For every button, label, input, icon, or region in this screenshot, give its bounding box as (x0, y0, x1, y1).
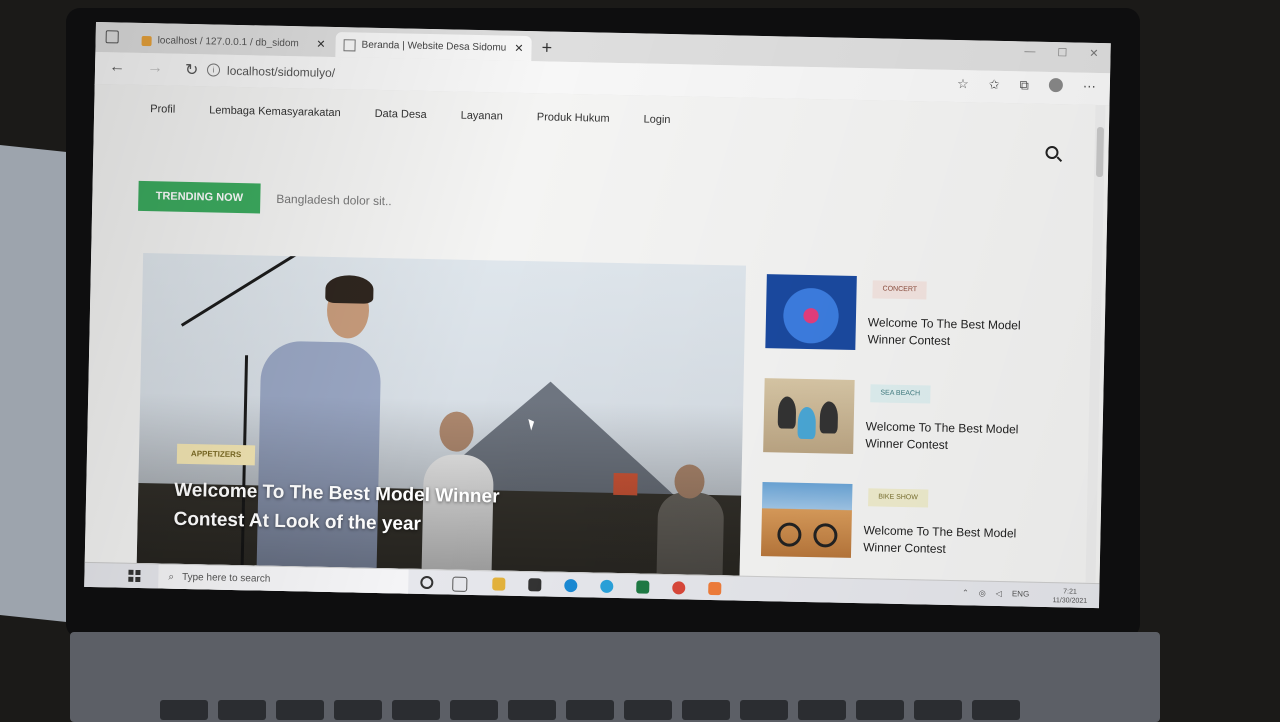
side-post[interactable]: BIKE SHOW Welcome To The Best Model Winn… (760, 482, 1063, 564)
trending-badge: TRENDING NOW (138, 180, 261, 214)
telegram-icon[interactable] (600, 579, 614, 593)
taskbar-search-placeholder: Type here to search (181, 571, 271, 585)
favorites-icon[interactable]: ✩ (989, 77, 1000, 93)
nav-item-lembaga[interactable]: Lembaga Kemasyarakatan (209, 104, 341, 119)
nav-item-login[interactable]: Login (643, 113, 670, 126)
site-info-icon[interactable]: i (206, 63, 221, 77)
laptop-screen: localhost / 127.0.0.1 / db_sidom ✕ Beran… (84, 22, 1111, 609)
forward-arrow-icon[interactable]: → (147, 59, 163, 77)
maximize-icon[interactable]: ☐ (1057, 46, 1067, 59)
excel-icon[interactable] (636, 580, 650, 594)
side-post-tag[interactable]: BIKE SHOW (868, 488, 929, 508)
window-controls: — ☐ ✕ (1024, 45, 1098, 60)
nav-item-profil[interactable]: Profil (150, 103, 175, 116)
close-window-icon[interactable]: ✕ (1089, 47, 1098, 60)
scrollbar-thumb[interactable] (1095, 126, 1105, 178)
nav-item-produk-hukum[interactable]: Produk Hukum (537, 111, 610, 125)
side-post-title[interactable]: Welcome To The Best Model Winner Contest (863, 522, 1044, 560)
main-nav: Profil Lembaga Kemasyarakatan Data Desa … (150, 103, 671, 126)
page-favicon-icon (343, 38, 356, 51)
surf-fin-shape (777, 396, 797, 429)
search-icon: ⌕ (168, 571, 175, 583)
minimize-icon[interactable]: — (1024, 45, 1035, 58)
tab-title: Beranda | Website Desa Sidomu (361, 39, 507, 54)
refresh-icon[interactable]: ↻ (185, 60, 199, 80)
tab-actions-icon[interactable] (105, 30, 119, 44)
surf-fin-shape (797, 406, 817, 440)
side-post-tag[interactable]: CONCERT (872, 280, 928, 300)
keyboard-keys (160, 700, 1020, 720)
side-post-image[interactable] (763, 378, 855, 454)
profile-avatar-icon[interactable] (1048, 77, 1064, 93)
task-view-icon[interactable] (452, 576, 468, 592)
side-post-image[interactable] (765, 274, 857, 350)
system-tray: ⌃ ◎ ◁ ENG (962, 588, 1029, 598)
chrome-icon[interactable] (672, 581, 686, 595)
hero-post[interactable]: APPETIZERS Welcome To The Best Model Win… (136, 253, 747, 576)
add-favorite-icon[interactable]: ☆ (957, 76, 969, 92)
hero-category-tag[interactable]: APPETIZERS (176, 443, 256, 466)
nav-item-data-desa[interactable]: Data Desa (375, 108, 427, 121)
bike-wheel-shape (777, 522, 802, 547)
side-post[interactable]: SEA BEACH Welcome To The Best Model Winn… (763, 378, 1065, 460)
search-icon[interactable] (1045, 145, 1059, 160)
bike-wheel-shape (813, 523, 838, 548)
phpmyadmin-favicon-icon (141, 35, 152, 46)
file-explorer-icon[interactable] (492, 577, 506, 591)
trending-headline[interactable]: Bangladesh dolor sit.. (276, 192, 392, 208)
windows-start-icon[interactable] (128, 569, 141, 583)
taskbar-clock[interactable]: 7:21 11/30/2021 (1052, 587, 1088, 606)
close-tab-icon[interactable]: ✕ (316, 38, 325, 51)
surf-fin-shape (819, 401, 839, 434)
side-post-title[interactable]: Welcome To The Best Model Winner Contest (867, 314, 1048, 352)
hero-title[interactable]: Welcome To The Best Model Winner Contest… (173, 476, 574, 542)
network-icon[interactable]: ◎ (979, 589, 986, 598)
clock-date: 11/30/2021 (1052, 597, 1088, 605)
tray-chevron-icon[interactable]: ⌃ (962, 588, 969, 597)
collections-icon[interactable]: ⧉ (1019, 77, 1029, 93)
tab-title: localhost / 127.0.0.1 / db_sidom (157, 35, 299, 50)
mail-icon[interactable] (528, 578, 542, 592)
browser-toolbar: ☆ ✩ ⧉ ⋯ (957, 76, 1096, 95)
cortana-icon[interactable] (420, 575, 434, 590)
url-field[interactable]: localhost/sidomulyo/ (227, 64, 335, 80)
back-arrow-icon[interactable]: ← (109, 58, 125, 76)
edge-browser-icon[interactable] (564, 578, 578, 593)
side-post-image[interactable] (760, 482, 853, 558)
nav-item-layanan[interactable]: Layanan (461, 110, 503, 123)
more-menu-icon[interactable]: ⋯ (1083, 79, 1096, 95)
xampp-icon[interactable] (708, 581, 722, 596)
side-post-tag[interactable]: SEA BEACH (870, 384, 931, 404)
volume-icon[interactable]: ◁ (996, 589, 1002, 598)
new-tab-icon[interactable]: + (541, 37, 552, 58)
side-post[interactable]: CONCERT Welcome To The Best Model Winner… (765, 274, 1067, 356)
web-page: Profil Lembaga Kemasyarakatan Data Desa … (84, 83, 1110, 584)
side-post-title[interactable]: Welcome To The Best Model Winner Contest (865, 418, 1046, 456)
language-indicator[interactable]: ENG (1012, 589, 1030, 598)
close-tab-icon[interactable]: ✕ (514, 42, 523, 55)
